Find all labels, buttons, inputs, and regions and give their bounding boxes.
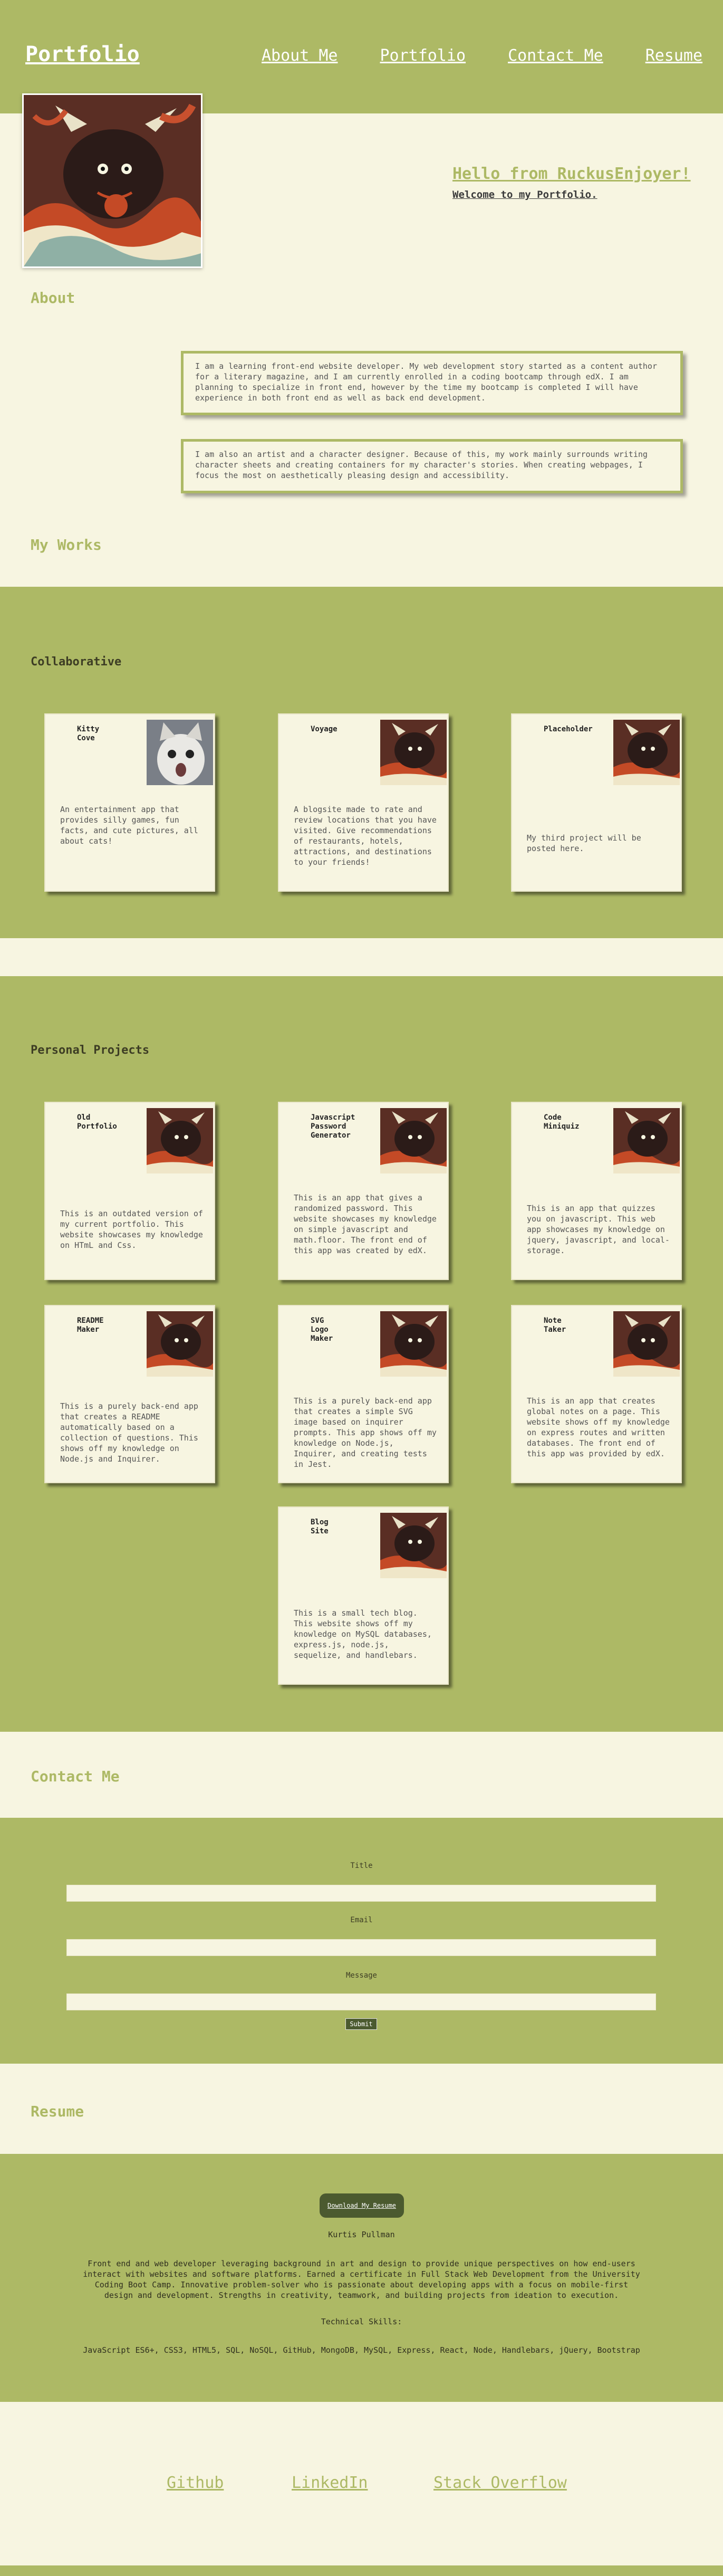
footer-stackoverflow-link[interactable]: Stack Overflow: [433, 2474, 567, 2492]
project-card-kitty-cove[interactable]: Kitty Cove An entertainment app that pro…: [44, 713, 215, 892]
project-card-password-generator[interactable]: Javascript Password Generator This is an…: [278, 1102, 449, 1280]
email-label: Email: [350, 1916, 373, 1924]
project-card-placeholder[interactable]: Placeholder My third project will be pos…: [511, 713, 682, 892]
bottom-bar: [0, 2565, 723, 2576]
works-heading: My Works: [31, 536, 102, 554]
contact-heading: Contact Me: [31, 1768, 120, 1785]
project-image-cat: [146, 719, 214, 786]
download-resume-button[interactable]: Download My Resume: [320, 2193, 404, 2218]
project-description: This is a purely back-end app that creat…: [60, 1401, 198, 1464]
project-title: Code Miniquiz: [544, 1113, 580, 1131]
project-description: An entertainment app that provides silly…: [60, 805, 198, 846]
personal-projects-heading: Personal Projects: [31, 1044, 150, 1057]
project-title: Kitty Cove: [77, 725, 100, 742]
project-image-character: [379, 1512, 448, 1579]
brand-link[interactable]: Portfolio: [25, 42, 140, 66]
project-description: This is a small tech blog. This website …: [294, 1608, 432, 1660]
hero-greeting: Hello from RuckusEnjoyer!: [452, 165, 691, 183]
project-title: README Maker: [77, 1316, 104, 1334]
footer-github-link[interactable]: Github: [167, 2474, 224, 2492]
resume-heading: Resume: [31, 2103, 84, 2120]
footer-linkedin-link[interactable]: LinkedIn: [292, 2474, 368, 2492]
project-image-character: [379, 1107, 448, 1175]
main-nav: About Me Portfolio Contact Me Resume: [262, 46, 702, 65]
resume-skills: JavaScript ES6+, CSS3, HTML5, SQL, NoSQL…: [83, 2345, 640, 2355]
message-label: Message: [345, 1971, 377, 1980]
nav-resume[interactable]: Resume: [645, 46, 702, 65]
project-image-character: [146, 1310, 214, 1378]
project-description: This is an outdated version of my curren…: [60, 1209, 203, 1250]
project-card-blog-site[interactable]: Blog Site This is a small tech blog. Thi…: [278, 1506, 449, 1685]
project-card-old-portfolio[interactable]: Old Portfolio This is an outdated versio…: [44, 1102, 215, 1280]
about-paragraph-1: I am a learning front-end website develo…: [181, 351, 683, 415]
project-description: This is an app that quizzes you on javas…: [527, 1204, 670, 1255]
project-image-character: [612, 1107, 681, 1175]
project-card-note-taker[interactable]: Note Taker This is an app that creates g…: [511, 1305, 682, 1483]
project-title: SVG Logo Maker: [311, 1316, 333, 1343]
project-image-character: [379, 719, 448, 786]
resume-name: Kurtis Pullman: [328, 2230, 395, 2239]
project-title: Javascript Password Generator: [311, 1113, 355, 1140]
nav-about-me[interactable]: About Me: [262, 46, 338, 65]
about-heading: About: [31, 289, 75, 307]
submit-button[interactable]: Submit: [345, 2018, 377, 2030]
resume-summary: Front end and web developer leveraging b…: [83, 2259, 640, 2300]
title-label: Title: [350, 1862, 373, 1870]
project-title: Voyage: [311, 725, 338, 733]
title-input[interactable]: [66, 1885, 656, 1902]
project-title: Note Taker: [544, 1316, 566, 1334]
collaborative-heading: Collaborative: [31, 655, 122, 669]
nav-contact-me[interactable]: Contact Me: [508, 46, 603, 65]
profile-avatar: [22, 93, 203, 268]
email-input[interactable]: [66, 1939, 656, 1956]
project-image-character: [146, 1107, 214, 1175]
project-image-character: [379, 1310, 448, 1378]
project-title: Old Portfolio: [77, 1113, 117, 1131]
nav-portfolio[interactable]: Portfolio: [380, 46, 466, 65]
project-card-svg-logo-maker[interactable]: SVG Logo Maker This is a purely back-end…: [278, 1305, 449, 1483]
message-input[interactable]: [66, 1993, 656, 2010]
project-card-readme-maker[interactable]: README Maker This is a purely back-end a…: [44, 1305, 215, 1483]
project-image-character: [612, 1310, 681, 1378]
project-description: My third project will be posted here.: [527, 833, 641, 853]
hero-welcome: Welcome to my Portfolio.: [452, 189, 597, 201]
project-description: A blogsite made to rate and review locat…: [294, 805, 437, 867]
about-paragraph-2: I am also an artist and a character desi…: [181, 439, 683, 493]
project-card-voyage[interactable]: Voyage A blogsite made to rate and revie…: [278, 713, 449, 892]
project-title: Blog Site: [311, 1518, 329, 1535]
project-description: This is an app that gives a randomized p…: [294, 1193, 437, 1255]
project-description: This is an app that creates global notes…: [527, 1396, 670, 1458]
project-card-code-miniquiz[interactable]: Code Miniquiz This is an app that quizze…: [511, 1102, 682, 1280]
resume-skills-heading: Technical Skills:: [321, 2317, 402, 2326]
project-image-character: [612, 719, 681, 786]
project-description: This is a purely back-end app that creat…: [294, 1396, 437, 1469]
project-title: Placeholder: [544, 725, 593, 733]
